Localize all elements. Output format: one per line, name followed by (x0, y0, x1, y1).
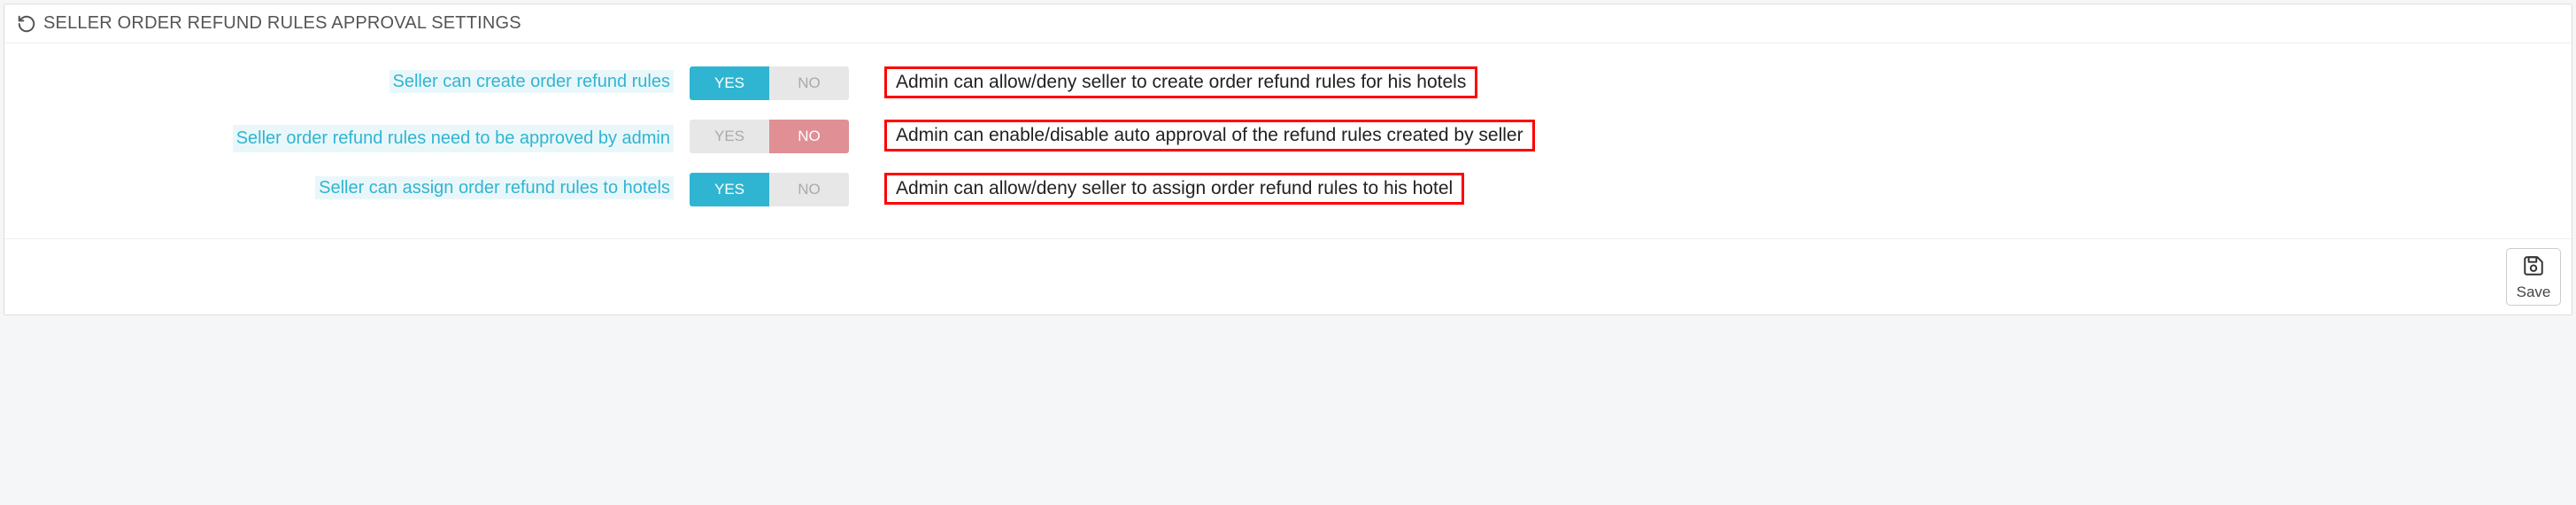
setting-label: Seller order refund rules need to be app… (17, 120, 690, 152)
label-text: Seller can assign order refund rules to … (315, 176, 674, 199)
toggle-approval[interactable]: YES NO (690, 120, 849, 153)
help-text: Admin can allow/deny seller to create or… (884, 66, 1477, 98)
setting-label: Seller can create order refund rules (17, 66, 690, 92)
panel-header: SELLER ORDER REFUND RULES APPROVAL SETTI… (4, 4, 2572, 43)
toggle-create-rules[interactable]: YES NO (690, 66, 849, 100)
help-text: Admin can allow/deny seller to assign or… (884, 173, 1464, 205)
save-icon (2522, 254, 2545, 284)
panel-title: SELLER ORDER REFUND RULES APPROVAL SETTI… (43, 13, 521, 34)
toggle-assign-rules[interactable]: YES NO (690, 173, 849, 206)
save-button[interactable]: Save (2506, 248, 2561, 306)
settings-panel: SELLER ORDER REFUND RULES APPROVAL SETTI… (4, 4, 2572, 315)
toggle-yes[interactable]: YES (690, 120, 769, 153)
help-text: Admin can enable/disable auto approval o… (884, 120, 1535, 152)
label-text: Seller order refund rules need to be app… (233, 125, 674, 152)
toggle-no[interactable]: NO (769, 66, 849, 100)
toggle-yes[interactable]: YES (690, 173, 769, 206)
panel-body: Seller can create order refund rules YES… (4, 43, 2572, 238)
panel-footer: Save (4, 238, 2572, 315)
setting-label: Seller can assign order refund rules to … (17, 173, 690, 198)
toggle-no[interactable]: NO (769, 173, 849, 206)
setting-row-create-rules: Seller can create order refund rules YES… (17, 66, 2559, 100)
undo-icon (17, 14, 36, 34)
toggle-no[interactable]: NO (769, 120, 849, 153)
setting-row-approval: Seller order refund rules need to be app… (17, 120, 2559, 153)
label-text: Seller can create order refund rules (389, 70, 675, 93)
toggle-yes[interactable]: YES (690, 66, 769, 100)
setting-row-assign-rules: Seller can assign order refund rules to … (17, 173, 2559, 206)
save-button-label: Save (2517, 284, 2551, 301)
